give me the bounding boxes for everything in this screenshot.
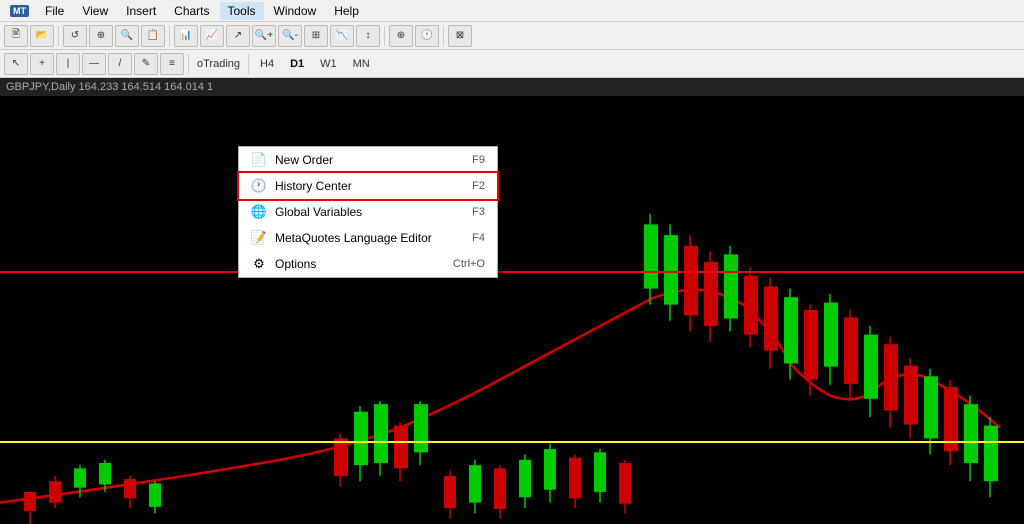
new-order-label: New Order bbox=[275, 153, 333, 167]
history-center-label: History Center bbox=[275, 179, 352, 193]
btn-c[interactable]: ↗ bbox=[226, 25, 250, 47]
menu-tools[interactable]: Tools bbox=[220, 2, 264, 20]
chart-svg bbox=[0, 96, 1024, 524]
chart-container[interactable]: 📄 New Order F9 🕐 History Center F2 🌐 Glo… bbox=[0, 96, 1024, 524]
trading-label: oTrading bbox=[193, 58, 244, 70]
copy-button[interactable]: 📋 bbox=[141, 25, 165, 47]
metaquotes-editor-label: MetaQuotes Language Editor bbox=[275, 231, 432, 245]
global-variables-shortcut: F3 bbox=[472, 206, 485, 218]
options-icon: ⚙ bbox=[251, 256, 267, 272]
btn-f[interactable]: ↕ bbox=[356, 25, 380, 47]
open-button[interactable]: 📂 bbox=[30, 25, 54, 47]
text-tool[interactable]: ≡ bbox=[160, 53, 184, 75]
zoom-button[interactable]: 🔍 bbox=[115, 25, 139, 47]
options-shortcut: Ctrl+O bbox=[453, 258, 485, 270]
chart-symbol-title: GBPJPY,Daily 164.233 164.514 164.014 1 bbox=[6, 81, 213, 93]
btn-d[interactable]: ⊞ bbox=[304, 25, 328, 47]
draw-tool[interactable]: ✎ bbox=[134, 53, 158, 75]
sep6 bbox=[248, 54, 249, 74]
menu-item-new-order[interactable]: 📄 New Order F9 bbox=[239, 147, 497, 173]
btn-g[interactable]: ⊕ bbox=[389, 25, 413, 47]
new-chart-button[interactable]: 🖹 bbox=[4, 25, 28, 47]
btn-a[interactable]: 📊 bbox=[174, 25, 198, 47]
red-line-top bbox=[0, 271, 1024, 273]
toolbar-row-2: ↖ + | — / ✎ ≡ oTrading H4 D1 W1 MN bbox=[0, 50, 1024, 78]
btn-clock[interactable]: 🕐 bbox=[415, 25, 439, 47]
chart-title-bar: GBPJPY,Daily 164.233 164.514 164.014 1 bbox=[0, 78, 1024, 96]
menu-insert[interactable]: Insert bbox=[118, 2, 164, 20]
refresh-button[interactable]: ↺ bbox=[63, 25, 87, 47]
menu-charts[interactable]: Charts bbox=[166, 2, 217, 20]
sep4 bbox=[443, 26, 444, 46]
menu-file[interactable]: File bbox=[37, 2, 72, 20]
global-variables-label: Global Variables bbox=[275, 205, 362, 219]
sep2 bbox=[169, 26, 170, 46]
tf-d1[interactable]: D1 bbox=[283, 55, 311, 73]
hline-tool[interactable]: — bbox=[82, 53, 106, 75]
vline-tool[interactable]: | bbox=[56, 53, 80, 75]
sep1 bbox=[58, 26, 59, 46]
btn-zoom-out[interactable]: 🔍- bbox=[278, 25, 302, 47]
metaquotes-editor-icon: 📝 bbox=[251, 230, 267, 246]
add-button[interactable]: ⊕ bbox=[89, 25, 113, 47]
menu-item-global-variables[interactable]: 🌐 Global Variables F3 bbox=[239, 199, 497, 225]
new-order-shortcut: F9 bbox=[472, 154, 485, 166]
yellow-line bbox=[0, 441, 1024, 443]
btn-zoom-in[interactable]: 🔍+ bbox=[252, 25, 276, 47]
sep3 bbox=[384, 26, 385, 46]
app-logo: MT bbox=[10, 5, 29, 17]
menu-help[interactable]: Help bbox=[326, 2, 367, 20]
tf-h4[interactable]: H4 bbox=[253, 55, 281, 73]
crosshair-tool[interactable]: + bbox=[30, 53, 54, 75]
btn-h[interactable]: ⊠ bbox=[448, 25, 472, 47]
menu-item-metaquotes-editor[interactable]: 📝 MetaQuotes Language Editor F4 bbox=[239, 225, 497, 251]
history-center-shortcut: F2 bbox=[472, 180, 485, 192]
tf-mn[interactable]: MN bbox=[346, 55, 377, 73]
menu-item-options[interactable]: ⚙ Options Ctrl+O bbox=[239, 251, 497, 277]
menu-bar: MT File View Insert Charts Tools Window … bbox=[0, 0, 1024, 22]
main-window: MT File View Insert Charts Tools Window … bbox=[0, 0, 1024, 524]
btn-b[interactable]: 📈 bbox=[200, 25, 224, 47]
history-center-icon: 🕐 bbox=[251, 178, 267, 194]
logo-area: MT bbox=[4, 5, 35, 17]
trendline-tool[interactable]: / bbox=[108, 53, 132, 75]
sep5 bbox=[188, 54, 189, 74]
metaquotes-editor-shortcut: F4 bbox=[472, 232, 485, 244]
options-label: Options bbox=[275, 257, 316, 271]
global-variables-icon: 🌐 bbox=[251, 204, 267, 220]
cursor-tool[interactable]: ↖ bbox=[4, 53, 28, 75]
toolbar-row-1: 🖹 📂 ↺ ⊕ 🔍 📋 📊 📈 ↗ 🔍+ 🔍- ⊞ 📉 ↕ ⊕ 🕐 ⊠ bbox=[0, 22, 1024, 50]
tools-dropdown-menu: 📄 New Order F9 🕐 History Center F2 🌐 Glo… bbox=[238, 146, 498, 278]
new-order-icon: 📄 bbox=[251, 152, 267, 168]
btn-e[interactable]: 📉 bbox=[330, 25, 354, 47]
tf-w1[interactable]: W1 bbox=[313, 55, 344, 73]
menu-view[interactable]: View bbox=[74, 2, 116, 20]
timeframe-tabs: H4 D1 W1 MN bbox=[253, 55, 377, 73]
menu-item-history-center[interactable]: 🕐 History Center F2 bbox=[239, 173, 497, 199]
menu-window[interactable]: Window bbox=[266, 2, 325, 20]
